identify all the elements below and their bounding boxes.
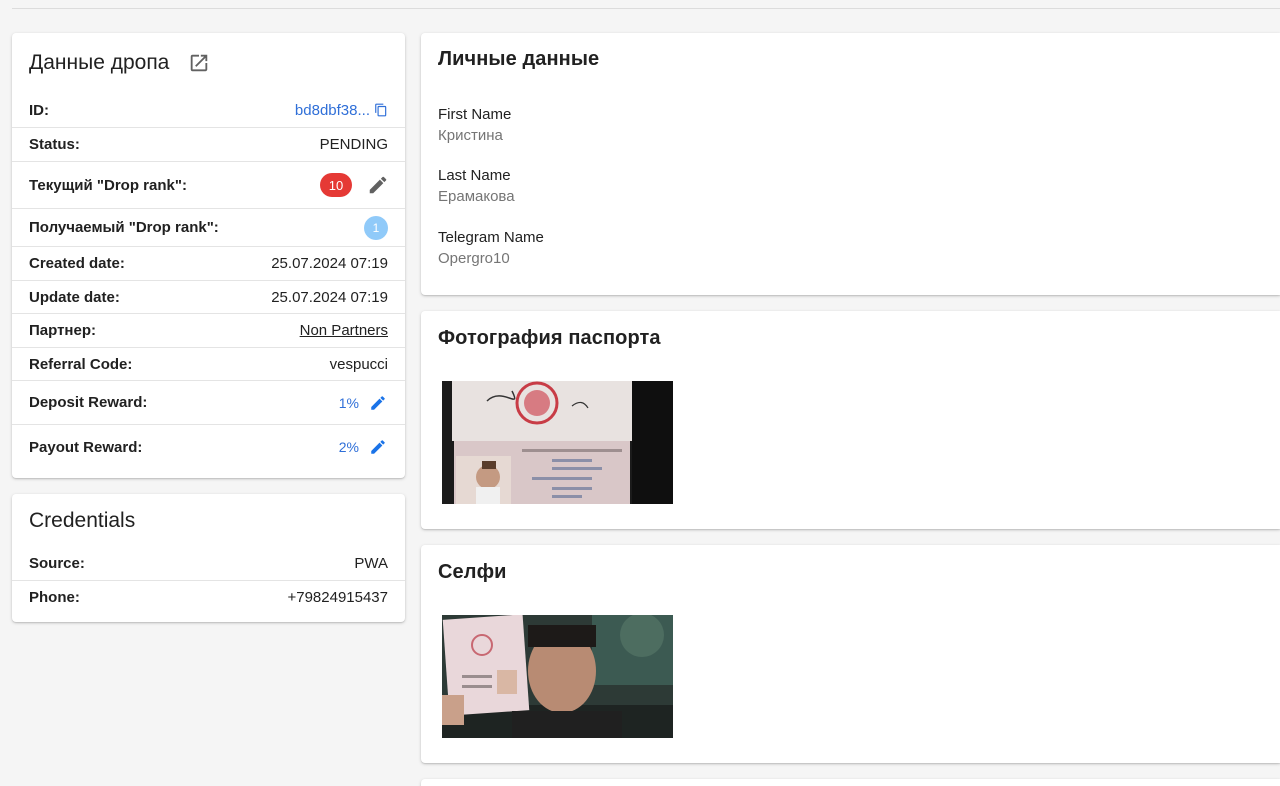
payout-reward-label: Payout Reward: [29,438,143,456]
selfie-image[interactable] [442,615,673,738]
last-name-label: Last Name [438,167,511,184]
first-name-label: First Name [438,106,512,123]
copy-icon[interactable] [374,103,388,117]
pencil-icon[interactable] [368,393,388,413]
top-divider [12,8,1280,9]
row-payout-reward: Payout Reward: 2% [12,425,405,469]
passport-title: Фотография паспорта [438,327,661,349]
phone-value: +79824915437 [287,589,388,606]
row-update-date: Update date: 25.07.2024 07:19 [12,281,405,314]
created-date-label: Created date: [29,255,125,272]
status-label: Status: [29,136,80,153]
selfie-card: Селфи [421,545,1280,763]
source-value: PWA [354,554,388,572]
row-deposit-reward: Deposit Reward: 1% [12,381,405,425]
personal-title: Личные данные [438,48,600,70]
row-created-date: Created date: 25.07.2024 07:19 [12,247,405,281]
referral-code-label: Referral Code: [29,355,133,373]
first-name-value: Кристина [438,127,503,144]
phone-label: Phone: [29,589,80,606]
pencil-icon[interactable] [366,173,390,197]
pencil-icon[interactable] [368,437,388,457]
source-label: Source: [29,554,85,572]
payout-reward-value: 2% [338,439,359,455]
partner-link[interactable]: Non Partners [300,322,388,339]
row-received-rank: Получаемый "Drop rank": 1 [12,209,405,247]
row-current-rank: Текущий "Drop rank": 10 [12,162,405,209]
update-date-label: Update date: [29,288,120,306]
deposit-reward-value: 1% [338,394,359,411]
drop-data-card: Данные дропа ID: bd8dbf38... Status: PEN… [12,33,405,478]
id-label: ID: [29,101,49,119]
deposit-reward-label: Deposit Reward: [29,394,148,411]
created-date-value: 25.07.2024 07:19 [271,255,388,272]
row-partner: Партнер: Non Partners [12,314,405,348]
row-id: ID: bd8dbf38... [12,93,405,128]
row-status: Status: PENDING [12,128,405,162]
personal-data-card: Личные данные First Name Кристина Last N… [421,33,1280,295]
received-rank-badge: 1 [364,215,388,240]
id-value[interactable]: bd8dbf38... [295,102,370,119]
referral-code-value: vespucci [329,355,388,373]
row-referral-code: Referral Code: vespucci [12,348,405,381]
open-in-new-icon[interactable] [187,51,211,75]
current-rank-label: Текущий "Drop rank": [29,176,187,194]
drop-card-title: Данные дропа [29,51,170,74]
partner-label: Партнер: [29,322,96,339]
passport-image[interactable] [442,381,673,504]
selfie-title: Селфи [438,561,507,583]
credentials-title: Credentials [29,509,136,532]
credentials-card: Credentials Source: PWA Phone: +79824915… [12,494,405,622]
current-rank-badge: 10 [320,173,352,197]
telegram-name-value: Opergro10 [438,250,510,267]
row-phone: Phone: +79824915437 [12,581,405,614]
passport-photo-card: Фотография паспорта [421,311,1280,529]
status-value: PENDING [319,136,388,153]
received-rank-label: Получаемый "Drop rank": [29,219,219,236]
update-date-value: 25.07.2024 07:19 [271,288,388,306]
last-name-value: Ерамакова [438,188,515,205]
row-source: Source: PWA [12,546,405,581]
telegram-name-label: Telegram Name [438,229,544,246]
next-card-partial [421,779,1280,786]
